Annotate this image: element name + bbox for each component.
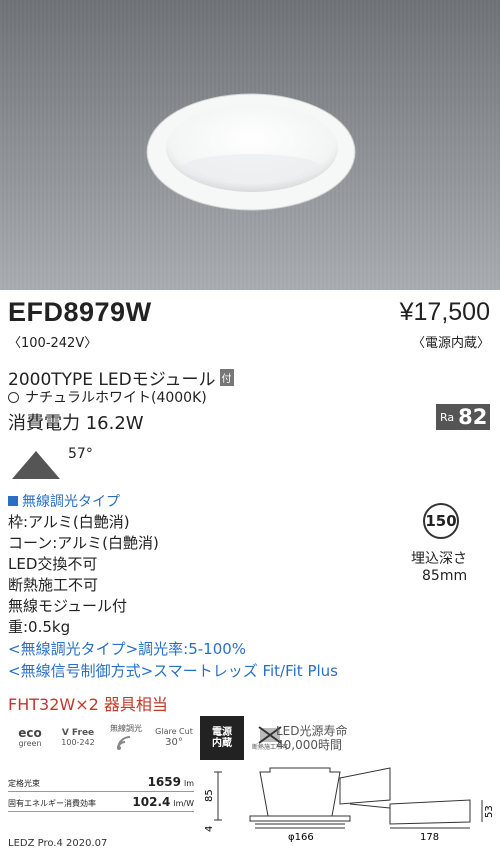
cutout-size-badge: 150 (423, 503, 459, 539)
feature-icons: eco green V Free 100-242 無線調光 Glare Cut … (8, 716, 292, 760)
eco-icon: eco green (8, 716, 52, 760)
equivalent-fixture: FHT32W×2 器具相当 (8, 695, 168, 714)
spec-line: コーン:アルミ(白艶消) (8, 534, 159, 552)
voltage: 〈100-242V〉 (8, 336, 98, 351)
beam-angle: 57° (68, 446, 93, 462)
efficiency-unit: lm/W (173, 799, 194, 808)
spec-line: 枠:アルミ(白艶消) (8, 513, 130, 531)
wireless-icon: 無線調光 (104, 716, 148, 760)
light-color-line: ナチュラルホワイト(4000K) (8, 387, 207, 407)
ra-badge: Ra 82 (436, 404, 490, 430)
color-circle-icon (8, 392, 19, 403)
table-row: 定格光束 1659 lm (8, 772, 194, 792)
spec-line: LED交換不可 (8, 555, 98, 573)
dimming-rate: <無線調光タイプ>調光率:5-100% (8, 640, 247, 658)
glare-cut-icon: Glare Cut 30° (152, 716, 196, 760)
dim-height2: 53 (484, 805, 495, 818)
depth-value: 85mm (422, 568, 468, 584)
product-photo (0, 0, 500, 290)
downlight-image (146, 93, 356, 211)
control-method: <無線信号制御方式>スマートレッズ Fit/Fit Plus (8, 662, 338, 680)
type-square-icon (8, 496, 18, 506)
price: ¥17,500 (399, 298, 490, 326)
builtin-power-icon: 電源 内蔵 (200, 716, 244, 760)
power-consumption: 消費電力 16.2W (8, 413, 144, 434)
dim-diameter: φ166 (288, 832, 314, 842)
spec-line: 重:0.5kg (8, 618, 71, 636)
vfree-icon: V Free 100-242 (56, 716, 100, 760)
light-color: ナチュラルホワイト(4000K) (25, 390, 207, 406)
dim-flange: 4 (204, 826, 215, 832)
flux-value: 1659 (147, 775, 181, 789)
power-supply-note: 〈電源内蔵〉 (411, 336, 490, 351)
led-life: LED光源寿命 40,000時間 (276, 724, 348, 753)
dim-height: 85 (204, 789, 215, 802)
spec-line: 断熱施工不可 (8, 576, 99, 594)
table-row: 固有エネルギー消費効率 102.4 lm/W (8, 792, 194, 812)
builtin-power-text: 電源 内蔵 (212, 727, 232, 749)
signal-icon (117, 736, 131, 751)
wireless-text: 無線調光 (110, 723, 142, 733)
radio-type-line: 無線調光タイプ (8, 491, 120, 511)
eco-sub: green (18, 739, 42, 749)
life-value: 40,000時間 (276, 737, 342, 752)
beam-angle-icon (12, 451, 60, 479)
life-label: LED光源寿命 (276, 724, 348, 738)
flux-unit: lm (183, 779, 194, 788)
spec-line: 無線モジュール付 (8, 597, 127, 615)
dimension-drawing: 85 4 φ166 178 53 (204, 767, 495, 842)
efficiency-label: 固有エネルギー消費効率 (8, 799, 96, 808)
glare-text: Glare Cut (155, 727, 193, 737)
ra-value: 82 (458, 405, 488, 429)
included-badge: 付 (219, 369, 234, 386)
vfree-sub: 100-242 (61, 737, 95, 747)
model-number: EFD8979W (8, 297, 152, 327)
catalog-footer: LEDZ Pro.4 2020.07 (8, 838, 108, 849)
ra-label: Ra (440, 410, 455, 424)
performance-table: 定格光束 1659 lm 固有エネルギー消費効率 102.4 lm/W (8, 772, 194, 812)
depth-label: 埋込深さ (411, 551, 467, 567)
efficiency-value: 102.4 (132, 795, 171, 809)
glare-angle: 30° (165, 736, 183, 748)
flux-label: 定格光束 (8, 779, 40, 788)
dim-length: 178 (420, 832, 439, 842)
type-label: 無線調光タイプ (22, 494, 120, 510)
